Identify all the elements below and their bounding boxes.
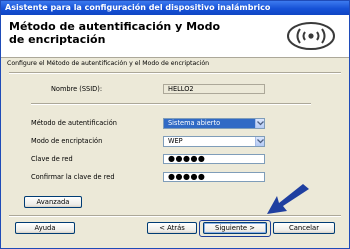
advanced-button[interactable]: Avanzada	[24, 196, 82, 208]
back-button[interactable]: < Atrás	[147, 222, 197, 234]
next-button[interactable]: Siguiente >	[203, 222, 267, 234]
auth-method-value: Sistema abierto	[168, 119, 221, 127]
network-key-label: Clave de red	[31, 155, 73, 163]
chevron-down-icon[interactable]	[255, 119, 264, 128]
section-description: Configure el Método de autentificación y…	[7, 60, 210, 67]
auth-method-label: Método de autentificación	[31, 119, 117, 127]
divider	[9, 72, 341, 74]
wifi-logo-icon	[287, 22, 335, 50]
pointer-arrow-icon	[267, 184, 309, 214]
network-key-value: ●●●●●	[168, 154, 206, 163]
window-title: Asistente para la configuración del disp…	[1, 1, 349, 15]
ssid-field: HELLO2	[163, 84, 265, 94]
ssid-label: Nombre (SSID):	[51, 85, 103, 93]
page-title: Método de autentificación y Modo de encr…	[9, 20, 221, 46]
confirm-key-input[interactable]: ●●●●●	[163, 172, 265, 182]
cancel-button[interactable]: Cancelar	[273, 222, 335, 234]
chevron-down-icon[interactable]	[255, 137, 264, 146]
wizard-window: Asistente para la configuración del disp…	[0, 0, 350, 249]
encryption-mode-label: Modo de encriptación	[31, 137, 103, 145]
encryption-mode-select[interactable]: WEP	[163, 136, 265, 147]
network-key-input[interactable]: ●●●●●	[163, 154, 265, 164]
help-button[interactable]: Ayuda	[15, 222, 75, 234]
wizard-header: Método de autentificación y Modo de encr…	[1, 15, 349, 58]
confirm-key-label: Confirmar la clave de red	[31, 173, 115, 181]
confirm-key-value: ●●●●●	[168, 172, 206, 181]
divider	[31, 103, 311, 105]
auth-method-select[interactable]: Sistema abierto	[163, 118, 265, 129]
encryption-mode-value: WEP	[168, 137, 183, 145]
